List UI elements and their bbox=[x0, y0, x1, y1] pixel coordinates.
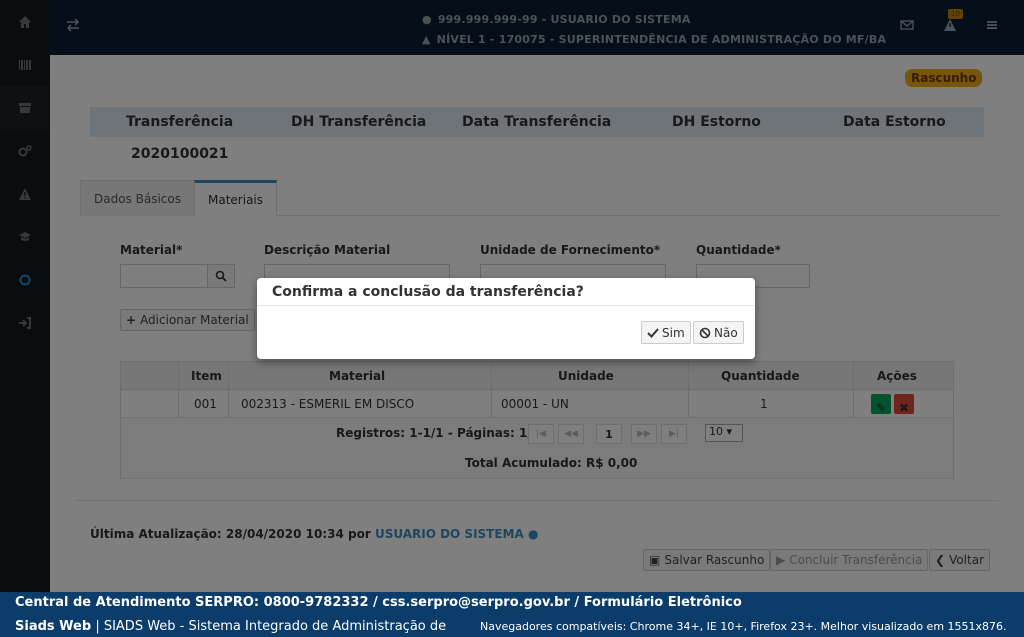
check-icon bbox=[647, 327, 659, 338]
browser-compat: Navegadores compatíveis: Chrome 34+, IE … bbox=[480, 620, 1007, 633]
confirm-no-button[interactable]: Não bbox=[693, 321, 744, 344]
page-footer: Central de Atendimento SERPRO: 0800-9782… bbox=[0, 592, 1024, 637]
system-name: | SIADS Web - Sistema Integrado de Admin… bbox=[95, 619, 447, 634]
dialog-title: Confirma a conclusão da transferência? bbox=[272, 284, 584, 300]
yes-label: Sim bbox=[662, 325, 685, 340]
system-line: Siads Web | SIADS Web - Sistema Integrad… bbox=[15, 619, 446, 634]
confirm-yes-button[interactable]: Sim bbox=[641, 321, 691, 344]
support-line: Central de Atendimento SERPRO: 0800-9782… bbox=[15, 595, 742, 610]
confirm-dialog: Confirma a conclusão da transferência? S… bbox=[257, 278, 755, 359]
no-label: Não bbox=[714, 325, 738, 340]
brand-name: Siads Web bbox=[15, 619, 92, 634]
ban-icon bbox=[699, 327, 711, 338]
